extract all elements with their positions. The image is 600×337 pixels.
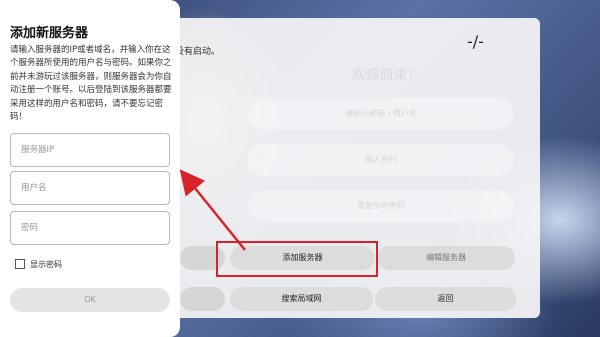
- username-input[interactable]: 用户名: [10, 171, 170, 205]
- ok-button[interactable]: OK: [10, 288, 170, 312]
- dialog-description: 请输入服务器的IP或者域名，并输入你在这个服务器所使用的用户名与密码。如果你之前…: [10, 45, 172, 123]
- show-password-checkbox[interactable]: [15, 259, 25, 269]
- show-password-label: 显示密码: [30, 260, 62, 269]
- add-server-dialog: 添加新服务器 请输入服务器的IP或者域名，并输入你在这个服务器所使用的用户名与密…: [0, 0, 180, 337]
- password-input[interactable]: 密码: [10, 211, 170, 245]
- server-ip-input[interactable]: 服务器IP: [10, 133, 170, 167]
- dialog-title: 添加新服务器: [10, 26, 89, 41]
